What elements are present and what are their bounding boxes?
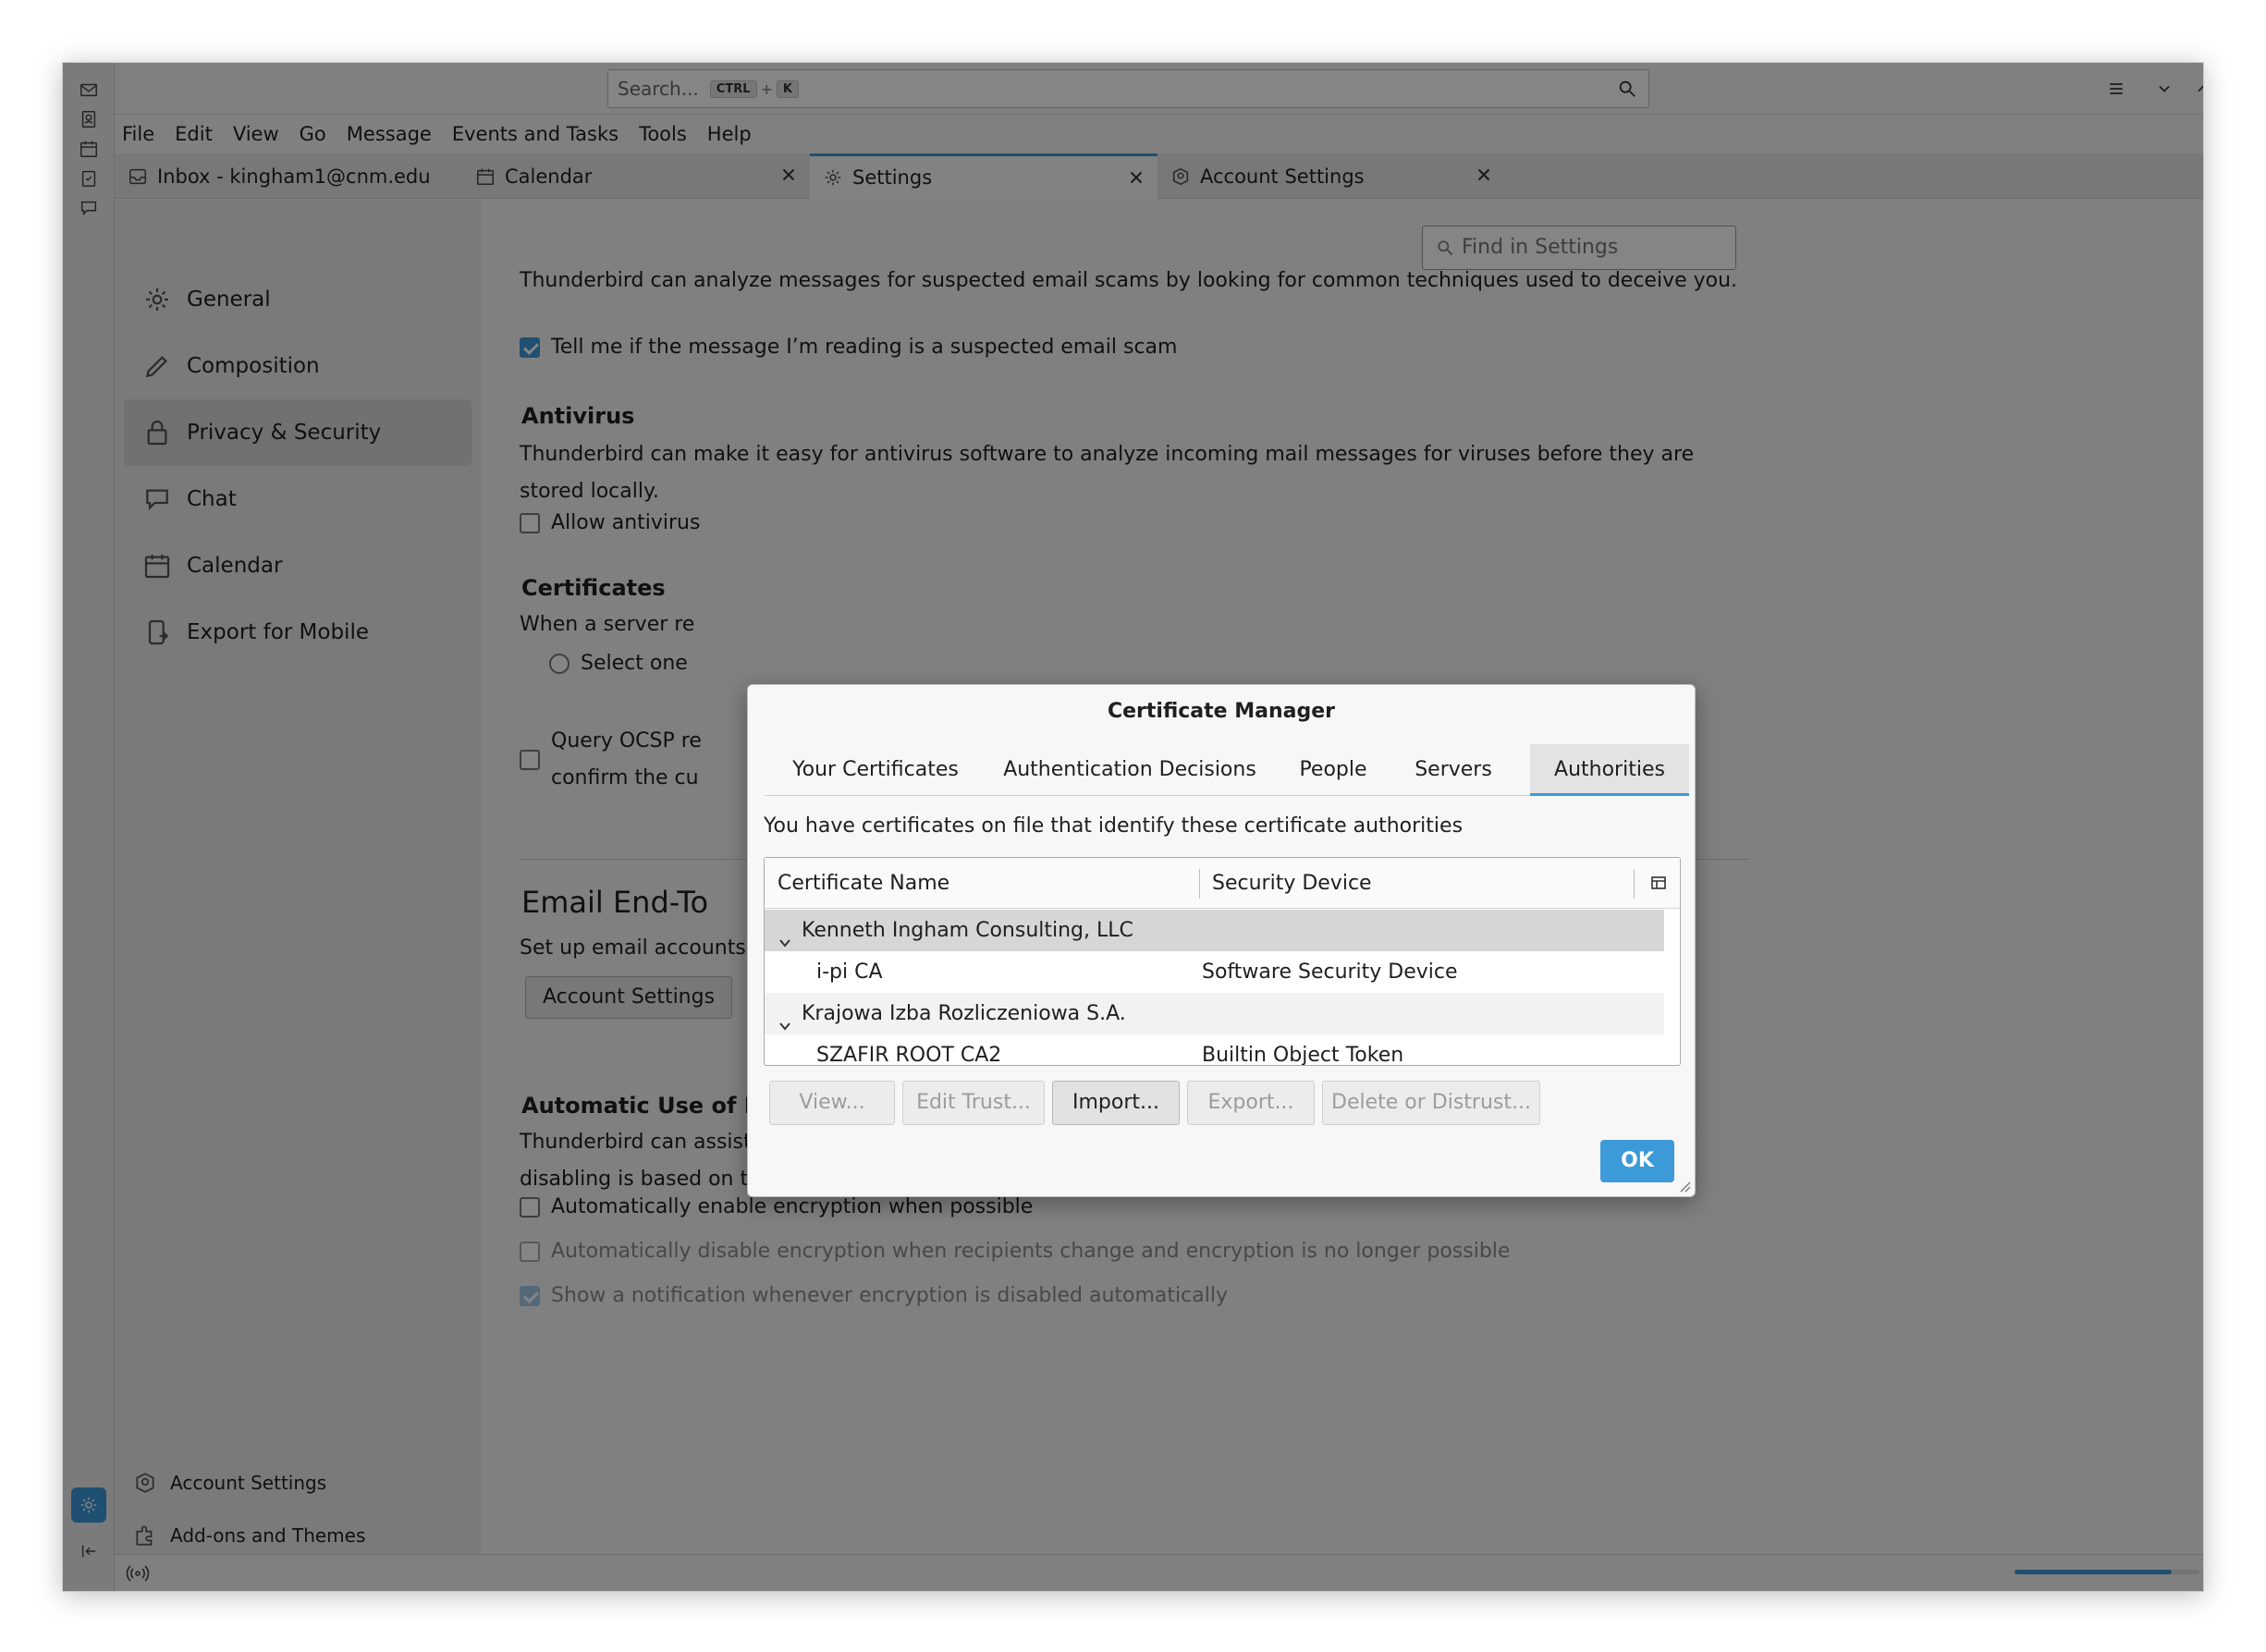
tab-your-certificates[interactable]: Your Certificates bbox=[765, 744, 986, 796]
tab-people[interactable]: People bbox=[1273, 744, 1393, 796]
ok-button[interactable]: OK bbox=[1600, 1140, 1674, 1182]
security-device: Software Security Device bbox=[1202, 961, 1458, 984]
tree-row-certificate[interactable]: SZAFIR ROOT CA2 Builtin Object Token bbox=[765, 1034, 1664, 1066]
tab-servers[interactable]: Servers bbox=[1393, 744, 1513, 796]
tab-authorities[interactable]: Authorities bbox=[1530, 744, 1689, 796]
column-picker-icon[interactable] bbox=[1648, 873, 1669, 893]
column-certificate-name[interactable]: Certificate Name bbox=[765, 858, 949, 909]
view-button[interactable]: View... bbox=[769, 1081, 895, 1125]
delete-distrust-button[interactable]: Delete or Distrust... bbox=[1322, 1081, 1540, 1125]
authorities-description: You have certificates on file that ident… bbox=[764, 814, 1464, 838]
certificate-manager-dialog: Certificate Manager Your Certificates Au… bbox=[747, 684, 1696, 1197]
tree-row-certificate[interactable]: i-pi CA Software Security Device bbox=[765, 951, 1664, 993]
certificate-name: SZAFIR ROOT CA2 bbox=[816, 1044, 1002, 1066]
resize-grip-icon[interactable] bbox=[1678, 1180, 1691, 1193]
tree-row-group[interactable]: Kenneth Ingham Consulting, LLC bbox=[765, 910, 1664, 951]
thunderbird-window: Search... CTRL + K File Edit View Go Mes… bbox=[62, 62, 2204, 1592]
tree-row-group[interactable]: Krajowa Izba Rozliczeniowa S.A. bbox=[765, 993, 1664, 1034]
dialog-title: Certificate Manager bbox=[1107, 700, 1336, 723]
tree-header: Certificate Name Security Device bbox=[765, 858, 1680, 909]
group-name: Kenneth Ingham Consulting, LLC bbox=[802, 919, 1133, 942]
column-separator[interactable] bbox=[1634, 869, 1635, 899]
export-button[interactable]: Export... bbox=[1187, 1081, 1315, 1125]
security-device: Builtin Object Token bbox=[1202, 1044, 1404, 1066]
import-button[interactable]: Import... bbox=[1052, 1081, 1180, 1125]
group-name: Krajowa Izba Rozliczeniowa S.A. bbox=[802, 1002, 1126, 1025]
tab-authentication-decisions[interactable]: Authentication Decisions bbox=[986, 744, 1273, 796]
chevron-down-icon[interactable] bbox=[778, 936, 792, 950]
chevron-down-icon[interactable] bbox=[778, 1019, 792, 1034]
column-security-device[interactable]: Security Device bbox=[1199, 858, 1372, 909]
edit-trust-button[interactable]: Edit Trust... bbox=[902, 1081, 1045, 1125]
certificate-tree: Certificate Name Security Device Kenneth… bbox=[764, 857, 1681, 1066]
certificate-tabs: Your Certificates Authentication Decisio… bbox=[765, 744, 1689, 796]
certificate-name: i-pi CA bbox=[816, 961, 883, 984]
